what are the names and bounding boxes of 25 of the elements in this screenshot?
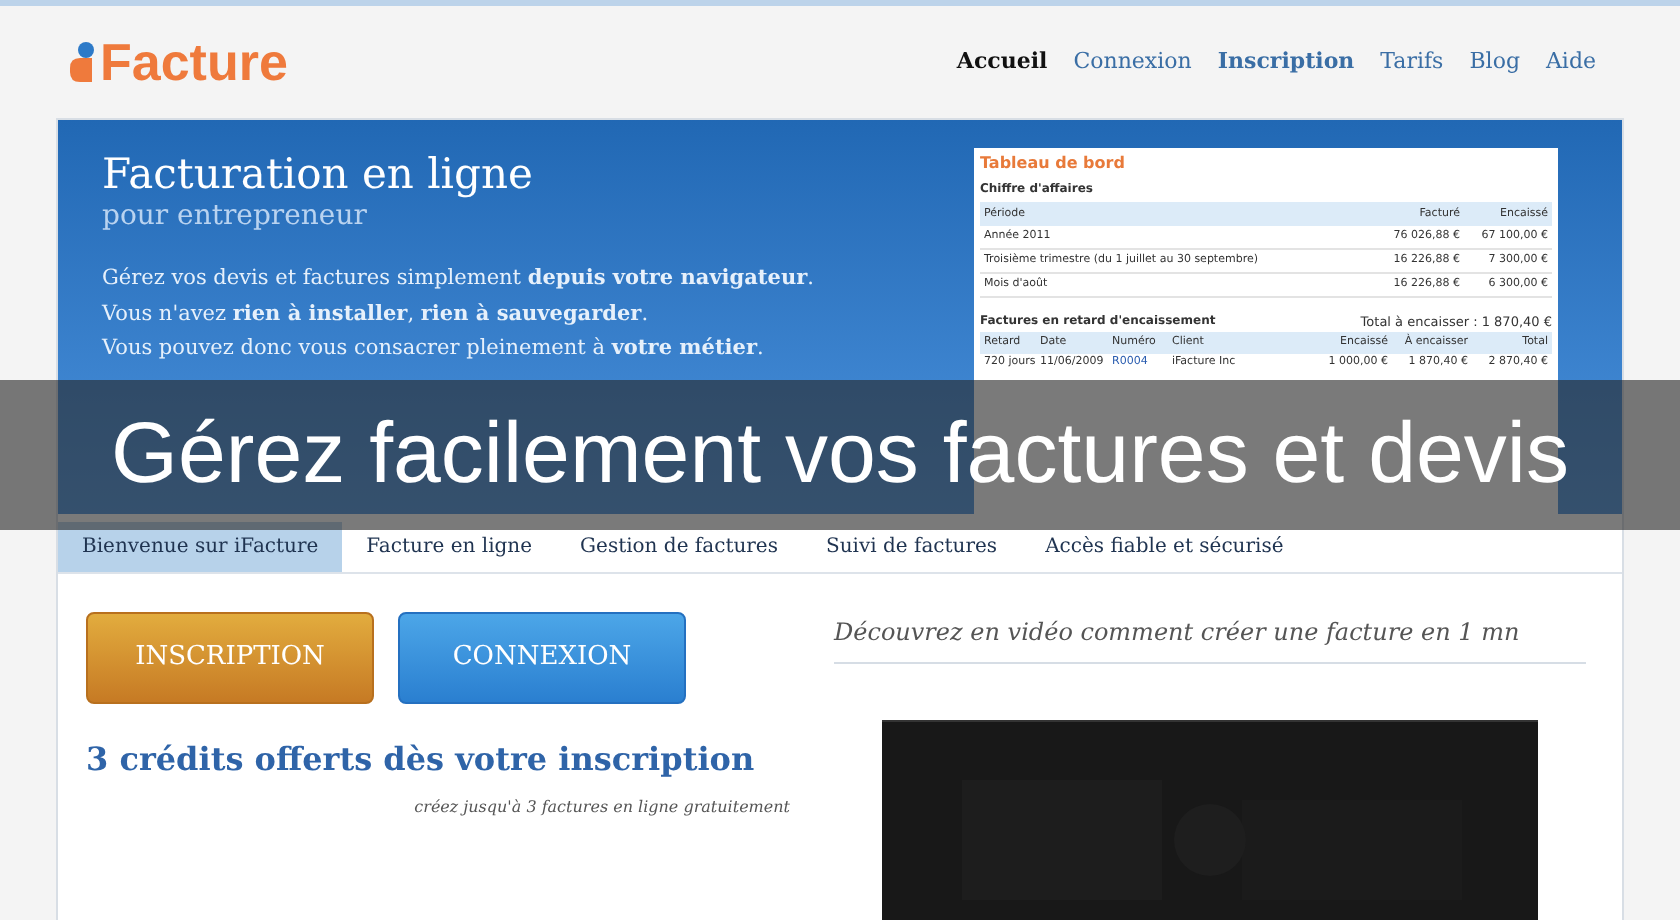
tab[interactable]: Bienvenue sur iFacture — [58, 522, 343, 572]
action-button[interactable]: INSCRIPTION — [86, 612, 374, 704]
logo-text: Facture — [100, 36, 288, 88]
video-heading: Découvrez en vidéo comment créer une facture en 1 mn — [834, 614, 1586, 664]
tab[interactable]: Facture en ligne — [342, 522, 557, 572]
credits-note: créez jusqu'à 3 factures en ligne gratuitement — [414, 796, 790, 820]
credits-heading: 3 crédits offerts dès votre inscription — [86, 738, 757, 782]
tab[interactable]: Accès fiable et sécurisé — [1021, 522, 1308, 572]
logo-icon — [68, 40, 100, 84]
hero-text: Gérez vos devis et factures simplement depuis votre navigateur. — [102, 263, 814, 294]
nav-link[interactable]: Aide — [1545, 45, 1596, 79]
hero-title: Facturation en ligne — [102, 148, 535, 201]
action-button[interactable]: CONNEXION — [398, 612, 686, 704]
hero-text: Vous n'avez rien à installer, rien à sauvegarder. — [102, 299, 651, 329]
caption-text: Gérez facilement vos factures et devis — [111, 404, 1569, 507]
nav-link[interactable]: Accueil — [956, 45, 1048, 79]
hero-subtitle: pour entrepreneur — [102, 200, 369, 236]
tab[interactable]: Suivi de factures — [801, 522, 1022, 572]
dashboard-title: Tableau de bord — [980, 154, 1127, 174]
nav-link[interactable]: Inscription — [1217, 45, 1355, 79]
hero-text: Vous pouvez donc vous consacrer pleinement à votre métier. — [102, 334, 766, 365]
nav-link[interactable]: Connexion — [1073, 45, 1192, 79]
tab[interactable]: Gestion de factures — [556, 522, 802, 572]
nav-link[interactable]: Tarifs — [1380, 45, 1444, 79]
nav-link[interactable]: Blog — [1469, 45, 1520, 79]
